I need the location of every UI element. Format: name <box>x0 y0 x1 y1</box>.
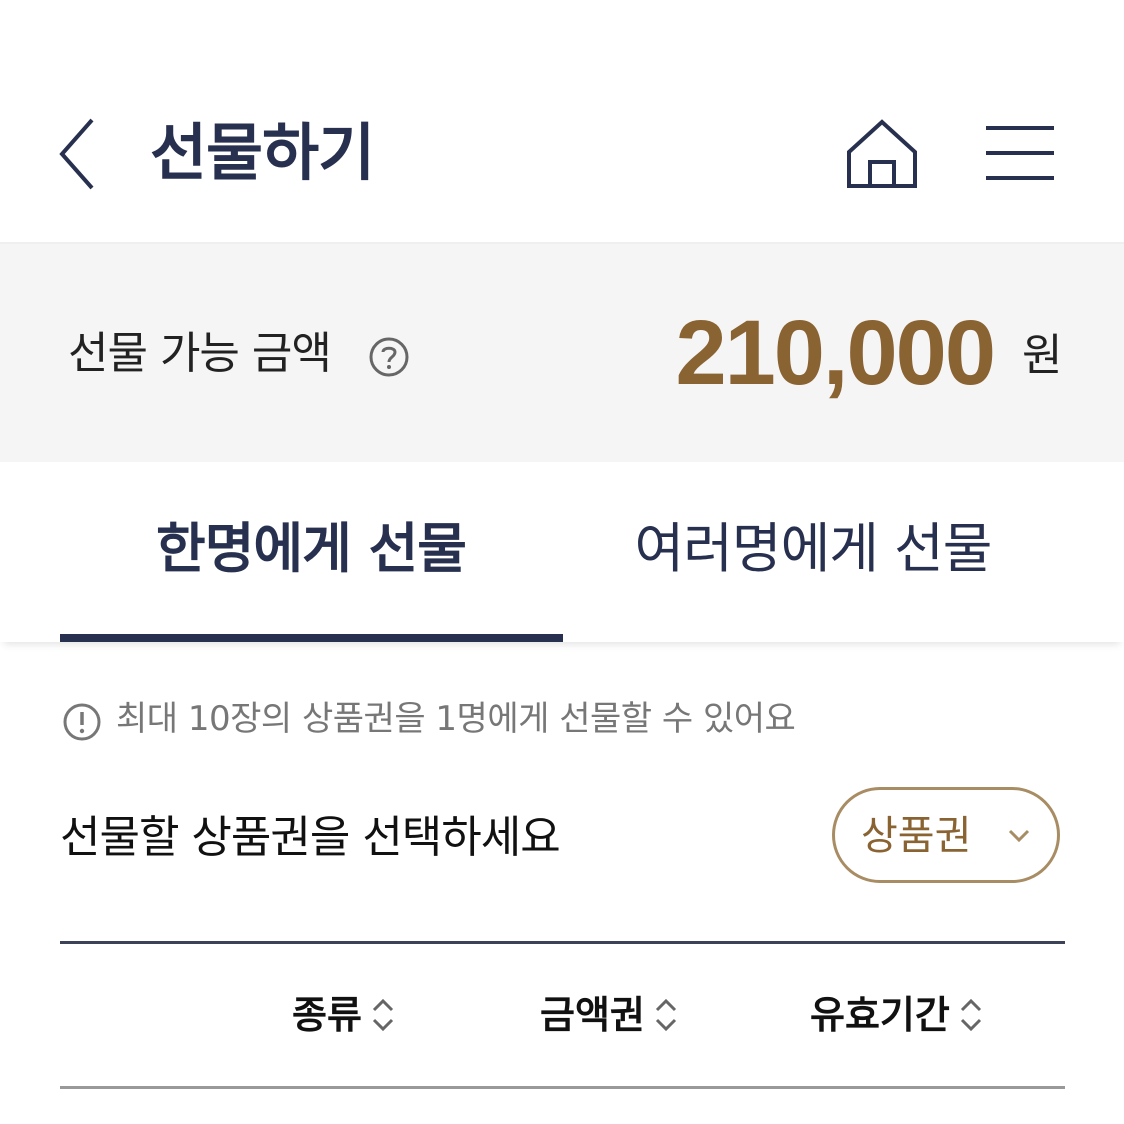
page-title: 선물하기 <box>150 116 375 189</box>
menu-button[interactable] <box>982 122 1058 184</box>
sort-updown-icon <box>960 998 981 1031</box>
hamburger-menu-icon <box>986 126 1054 180</box>
app-header: 선물하기 <box>0 0 1124 242</box>
exclamation-circle-icon <box>62 702 102 742</box>
active-tab-indicator <box>60 634 563 642</box>
column-header-validity[interactable]: 유효기간 <box>810 988 984 1037</box>
tab-gift-multiple[interactable]: 여러명에게 선물 <box>562 514 1064 584</box>
column-header-amount[interactable]: 금액권 <box>540 988 679 1037</box>
balance-amount: 210,000 <box>675 302 996 404</box>
chevron-left-icon <box>59 118 94 190</box>
table-header-bottom-border <box>60 1086 1065 1089</box>
notice-text: 최대 10장의 상품권을 1명에게 선물할 수 있어요 <box>116 699 796 739</box>
sort-updown-icon <box>372 998 393 1031</box>
column-header-amount-label: 금액권 <box>540 992 645 1037</box>
column-header-kind[interactable]: 종류 <box>292 988 396 1037</box>
home-icon <box>847 119 917 188</box>
balance-label: 선물 가능 금액 <box>68 328 332 379</box>
tab-gift-single[interactable]: 한명에게 선물 <box>60 514 562 584</box>
back-button[interactable] <box>52 112 104 196</box>
column-header-kind-label: 종류 <box>292 992 362 1037</box>
voucher-type-value: 상품권 <box>861 813 972 859</box>
balance-unit: 원 <box>1022 330 1063 381</box>
chevron-down-icon <box>1008 829 1030 843</box>
sort-updown-icon <box>655 998 676 1031</box>
column-header-validity-label: 유효기간 <box>810 992 950 1037</box>
home-button[interactable] <box>843 116 921 192</box>
question-circle-icon[interactable] <box>368 336 410 378</box>
voucher-select-label: 선물할 상품권을 선택하세요 <box>60 812 561 863</box>
gift-balance-panel: 선물 가능 금액 210,000 원 <box>0 242 1124 464</box>
table-header-top-border <box>60 941 1065 944</box>
gift-tabs: 한명에게 선물 여러명에게 선물 <box>0 462 1124 642</box>
voucher-type-dropdown[interactable]: 상품권 <box>832 787 1060 883</box>
